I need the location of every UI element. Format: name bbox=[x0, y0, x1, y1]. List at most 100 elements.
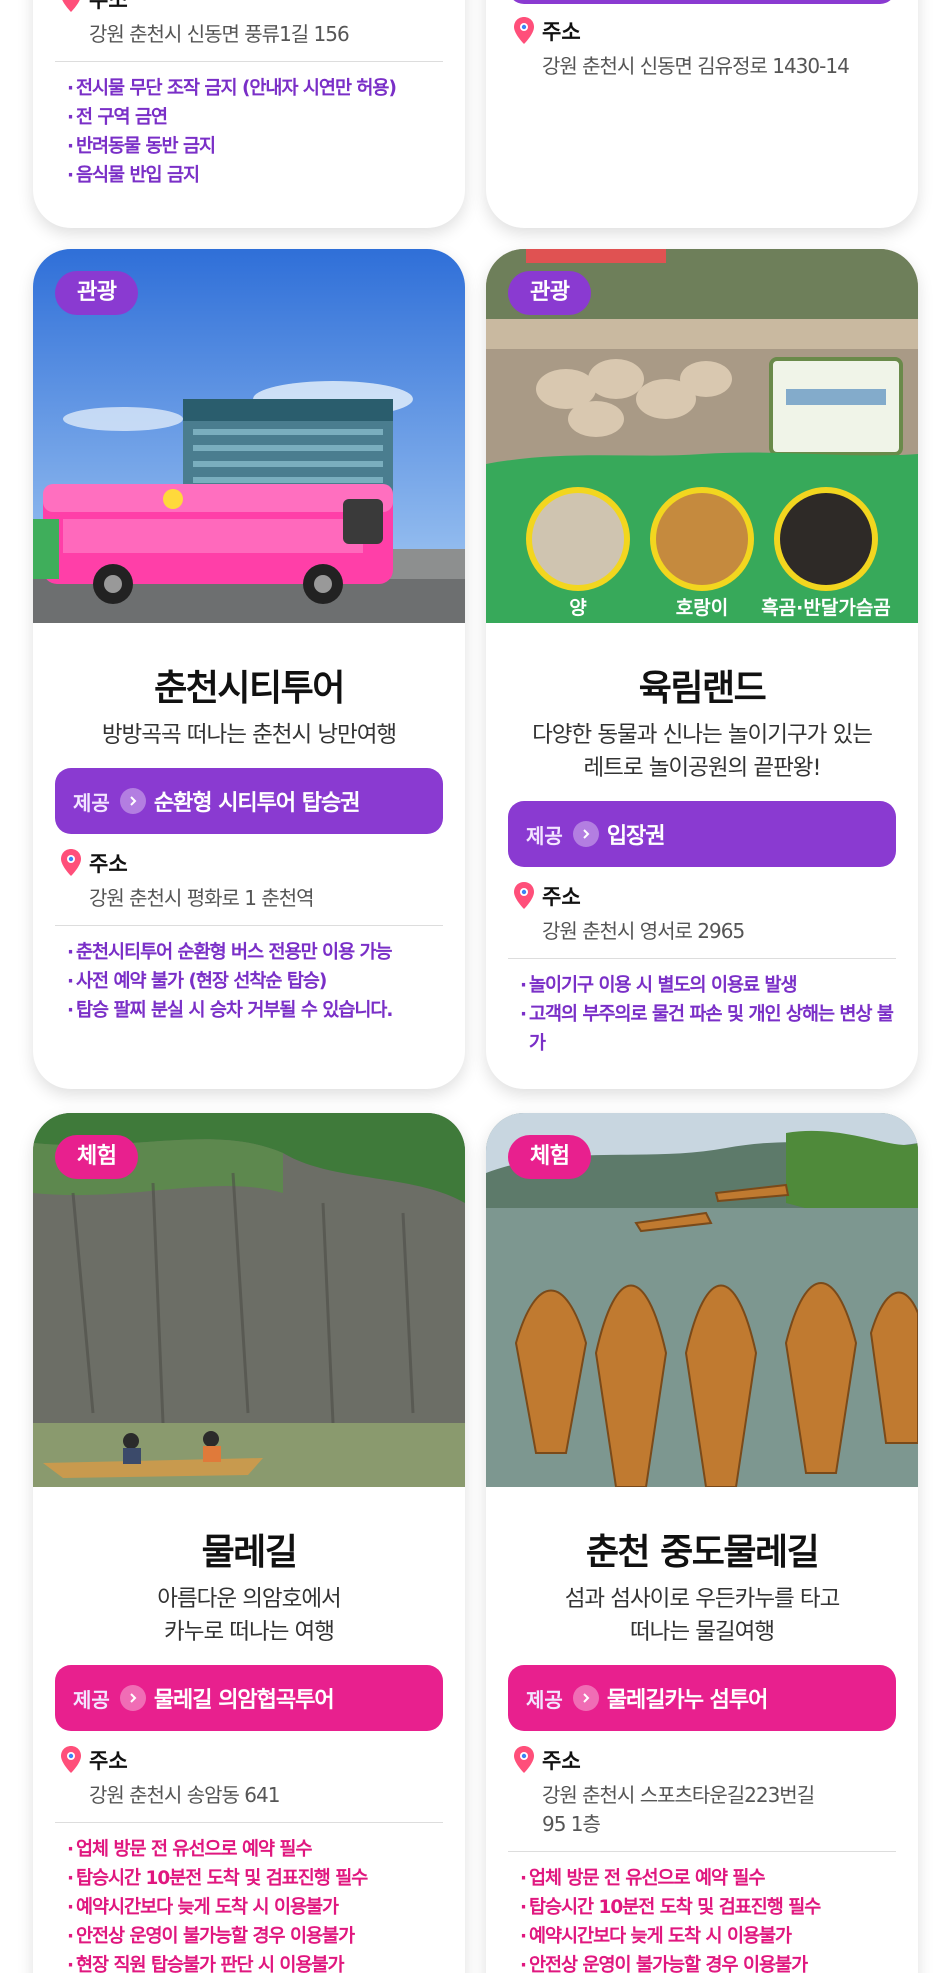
subtitle-line: 방방곡곡 떠나는 춘천시 낭만여행 bbox=[101, 722, 397, 748]
card-mullegil[interactable]: 체험 물레길 아름다운 의암호에서 카누로 떠나는 여행 제공 물레길 의암협곡… bbox=[33, 1113, 465, 1973]
address-header: 주소 bbox=[59, 0, 465, 14]
photo-label: 호랑이 bbox=[676, 597, 728, 619]
offer-label: 제공 bbox=[73, 790, 110, 815]
notes-list: 놀이기구 이용 시 별도의 이용료 발생 고객의 부주의로 물건 파손 및 개인… bbox=[520, 971, 896, 1058]
note-item: 예약시간보다 늦게 도착 시 이용불가 bbox=[67, 1893, 443, 1922]
card-title: 물레길 bbox=[201, 1532, 298, 1573]
category-badge: 관광 bbox=[508, 271, 592, 315]
address-label: 주소 bbox=[542, 885, 581, 909]
offer-button[interactable]: 제공 물레길 의암협곡투어 bbox=[55, 1665, 443, 1731]
address-line: 95 1층 bbox=[542, 1812, 601, 1836]
notes-list: 춘천시티투어 순환형 버스 전용만 이용 가능 사전 예약 불가 (현장 선착순… bbox=[67, 938, 443, 1025]
subtitle-line: 섬과 섬사이로 우든카누를 타고 bbox=[564, 1586, 841, 1612]
notes-list: 업체 방문 전 유선으로 예약 필수 탑승시간 10분전 도착 및 검표진행 필… bbox=[520, 1864, 896, 1973]
card-subtitle: 섬과 섬사이로 우든카누를 타고 떠나는 물길여행 bbox=[486, 1583, 918, 1649]
divider bbox=[508, 1851, 896, 1852]
note-item: 탑승시간 10분전 도착 및 검표진행 필수 bbox=[67, 1864, 443, 1893]
card-subtitle: 방방곡곡 떠나는 춘천시 낭만여행 bbox=[33, 719, 465, 752]
address-line: 강원 춘천시 평화로 1 춘천역 bbox=[89, 886, 315, 910]
notes-list: 전시물 무단 조작 금지 (안내자 시연만 허용) 전 구역 금연 반려동물 동… bbox=[67, 74, 443, 190]
card-title: 육림랜드 bbox=[638, 668, 767, 709]
address-text: 강원 춘천시 스포츠타운길223번길 95 1층 bbox=[542, 1781, 896, 1839]
note-item: 음식물 반입 금지 bbox=[67, 161, 443, 190]
address-header: 주소 bbox=[59, 1745, 465, 1775]
address-text: 강원 춘천시 평화로 1 춘천역 bbox=[89, 884, 443, 913]
note-item: 반려동물 동반 금지 bbox=[67, 132, 443, 161]
category-badge: 체험 bbox=[508, 1135, 592, 1179]
subtitle-line: 떠나는 물길여행 bbox=[629, 1619, 775, 1645]
note-item: 예약시간보다 늦게 도착 시 이용불가 bbox=[520, 1922, 896, 1951]
jungdo-mullegil-photo: 체험 bbox=[486, 1113, 918, 1487]
offer-value: 입장권 bbox=[606, 824, 666, 849]
address-text: 강원 춘천시 신동면 풍류1길 156 bbox=[89, 22, 350, 46]
address-header: 주소 bbox=[59, 848, 465, 878]
offer-value: 순환형 시티투어 탑승권 bbox=[153, 791, 361, 816]
offer-value: 물레길 의암협곡투어 bbox=[153, 1688, 335, 1713]
address-label: 주소 bbox=[89, 852, 128, 876]
note-item: 놀이기구 이용 시 별도의 이용료 발생 bbox=[520, 971, 896, 1000]
chevron-right-icon bbox=[572, 821, 599, 847]
subtitle-line: 다양한 동물과 신나는 놀이기구가 있는 bbox=[532, 722, 873, 748]
divider bbox=[55, 925, 443, 926]
notes-list: 업체 방문 전 유선으로 예약 필수 탑승시간 10분전 도착 및 검표진행 필… bbox=[67, 1835, 443, 1973]
card-partial-right: 주소 강원 춘천시 신동면 김유정로 1430-14 bbox=[486, 0, 918, 228]
yukrim-land-photo: 양 호랑이 흑곰·반달가슴곰 관광 bbox=[486, 249, 918, 623]
card-subtitle: 다양한 동물과 신나는 놀이기구가 있는 레트로 놀이공원의 끝판왕! bbox=[486, 719, 918, 785]
location-pin-icon bbox=[514, 17, 534, 44]
card-subtitle: 아름다운 의암호에서 카누로 떠나는 여행 bbox=[33, 1583, 465, 1649]
address-label: 주소 bbox=[89, 0, 128, 12]
location-pin-icon bbox=[514, 1746, 534, 1773]
note-item: 사전 예약 불가 (현장 선착순 탑승) bbox=[67, 967, 443, 996]
note-item: 탑승 팔찌 분실 시 승차 거부될 수 있습니다. bbox=[67, 996, 443, 1025]
location-pin-icon bbox=[62, 0, 80, 12]
card-yukrim-land[interactable]: 양 호랑이 흑곰·반달가슴곰 관광 육림랜드 다양한 동물과 신나는 놀이기구가… bbox=[486, 249, 918, 1089]
card-city-tour[interactable]: 관광 춘천시티투어 방방곡곡 떠나는 춘천시 낭만여행 제공 순환형 시티투어 … bbox=[33, 249, 465, 1089]
address-header: 주소 bbox=[512, 16, 918, 46]
subtitle-line: 레트로 놀이공원의 끝판왕! bbox=[583, 755, 821, 781]
subtitle-line: 카누로 떠나는 여행 bbox=[164, 1619, 335, 1645]
category-badge: 관광 bbox=[55, 271, 139, 315]
card-title: 춘천시티투어 bbox=[154, 668, 345, 709]
offer-label: 제공 bbox=[73, 1687, 110, 1712]
divider bbox=[55, 1822, 443, 1823]
photo-label: 흑곰·반달가슴곰 bbox=[761, 596, 891, 619]
address-header: 주소 bbox=[512, 881, 918, 911]
address-label: 주소 bbox=[542, 1749, 581, 1773]
note-item: 안전상 운영이 불가능할 경우 이용불가 bbox=[67, 1922, 443, 1951]
photo-label: 양 bbox=[569, 597, 587, 619]
address-text: 강원 춘천시 송암동 641 bbox=[89, 1781, 443, 1810]
note-item: 업체 방문 전 유선으로 예약 필수 bbox=[520, 1864, 896, 1893]
offer-label: 제공 bbox=[526, 1687, 563, 1712]
city-tour-photo: 관광 bbox=[33, 249, 465, 623]
card-jungdo-mullegil[interactable]: 체험 춘천 중도물레길 섬과 섬사이로 우든카누를 타고 떠나는 물길여행 제공… bbox=[486, 1113, 918, 1973]
note-item: 업체 방문 전 유선으로 예약 필수 bbox=[67, 1835, 443, 1864]
note-item: 전 구역 금연 bbox=[67, 103, 443, 132]
offer-value: 물레길카누 섬투어 bbox=[606, 1688, 769, 1713]
address-label: 주소 bbox=[542, 20, 581, 44]
subtitle-line: 아름다운 의암호에서 bbox=[157, 1586, 341, 1612]
card-title: 춘천 중도물레길 bbox=[585, 1532, 820, 1573]
offer-button[interactable]: 제공 순환형 시티투어 탑승권 bbox=[55, 768, 443, 834]
chevron-right-icon bbox=[572, 1685, 599, 1711]
location-pin-icon bbox=[514, 882, 534, 909]
address-line: 강원 춘천시 스포츠타운길223번길 bbox=[542, 1783, 815, 1807]
note-item: 탑승시간 10분전 도착 및 검표진행 필수 bbox=[520, 1893, 896, 1922]
note-item: 전시물 무단 조작 금지 (안내자 시연만 허용) bbox=[67, 74, 443, 103]
offer-button[interactable]: 제공 입장권 bbox=[508, 801, 896, 867]
chevron-right-icon bbox=[119, 788, 146, 814]
note-item: 현장 직원 탑승불가 판단 시 이용불가 bbox=[67, 1951, 443, 1973]
card-museum-partial: 주소 강원 춘천시 신동면 풍류1길 156 전시물 무단 조작 금지 (안내자… bbox=[33, 0, 465, 228]
address-line: 강원 춘천시 송암동 641 bbox=[89, 1783, 280, 1807]
offer-label: 제공 bbox=[526, 823, 563, 848]
note-item: 춘천시티투어 순환형 버스 전용만 이용 가능 bbox=[67, 938, 443, 967]
offer-button[interactable]: 제공 물레길카누 섬투어 bbox=[508, 1665, 896, 1731]
note-item: 고객의 부주의로 물건 파손 및 개인 상해는 변상 불가 bbox=[520, 1000, 896, 1058]
note-item: 안전상 운영이 불가능할 경우 이용불가 bbox=[520, 1951, 896, 1973]
address-text: 강원 춘천시 신동면 김유정로 1430-14 bbox=[542, 54, 850, 78]
location-pin-icon bbox=[61, 849, 81, 876]
divider bbox=[55, 61, 443, 62]
address-line: 강원 춘천시 영서로 2965 bbox=[542, 919, 745, 943]
chevron-right-icon bbox=[119, 1685, 146, 1711]
location-pin-icon bbox=[61, 1746, 81, 1773]
category-badge: 체험 bbox=[55, 1135, 139, 1179]
